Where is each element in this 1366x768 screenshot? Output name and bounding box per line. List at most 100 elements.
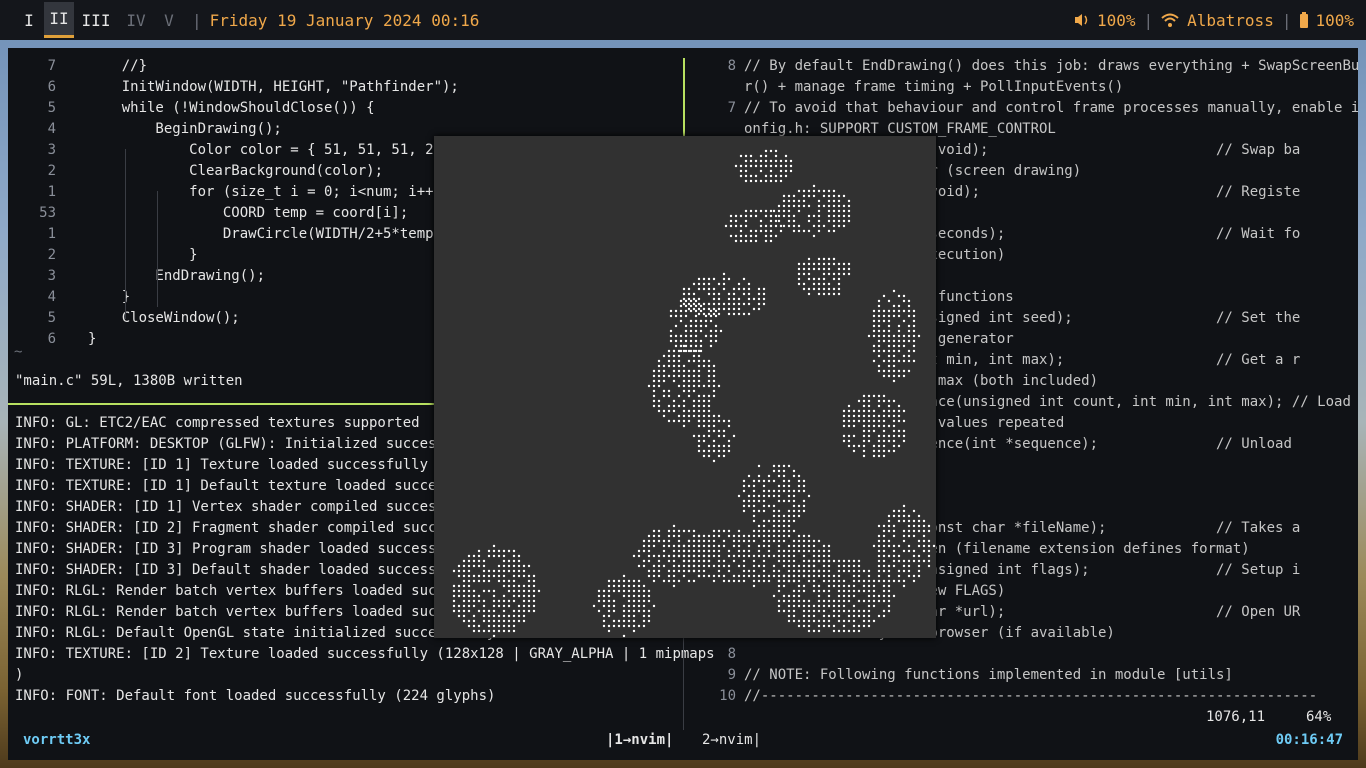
path-dot <box>807 544 811 548</box>
workspace-3[interactable]: III <box>74 2 118 38</box>
path-dot <box>612 624 616 628</box>
path-dot <box>722 429 726 433</box>
path-dot <box>467 619 471 623</box>
path-dot <box>882 559 886 563</box>
path-dot <box>887 514 891 518</box>
path-dot <box>742 504 746 508</box>
path-dot <box>907 549 911 553</box>
path-dot <box>827 559 831 563</box>
path-dot <box>877 339 881 343</box>
path-dot <box>822 194 826 198</box>
path-dot <box>632 599 636 603</box>
path-dot <box>652 529 656 533</box>
path-dot <box>727 419 731 423</box>
workspace-4[interactable]: IV <box>118 2 154 38</box>
path-dot <box>832 579 836 583</box>
workspace-1[interactable]: I <box>14 2 44 38</box>
path-dot <box>757 579 761 583</box>
path-dot <box>672 399 676 403</box>
path-dot <box>802 589 806 593</box>
path-dot <box>502 569 506 573</box>
path-dot <box>857 629 861 633</box>
path-dot <box>902 539 906 543</box>
path-dot <box>877 319 881 323</box>
path-dot <box>607 609 611 613</box>
path-dot <box>892 414 896 418</box>
workspace-2[interactable]: II <box>44 2 74 38</box>
path-dot <box>882 439 886 443</box>
volume-icon[interactable] <box>1073 12 1091 28</box>
path-dot <box>657 564 661 568</box>
path-dot <box>687 409 691 413</box>
path-dot <box>832 194 836 198</box>
path-dot <box>927 549 931 553</box>
path-dot <box>472 604 476 608</box>
path-dot <box>652 604 656 608</box>
path-dot <box>882 334 886 338</box>
tmux-window-2[interactable]: 2→nvim| <box>702 730 761 751</box>
path-dot <box>777 599 781 603</box>
path-dot <box>732 539 736 543</box>
path-dot <box>622 619 626 623</box>
path-dot <box>627 614 631 618</box>
log-line: INFO: FONT: Default font loaded successf… <box>15 688 496 704</box>
path-dot <box>512 564 516 568</box>
path-dot <box>717 559 721 563</box>
path-dot <box>797 489 801 493</box>
path-dot <box>672 359 676 363</box>
path-dot <box>772 464 776 468</box>
path-dot <box>772 529 776 533</box>
path-dot <box>852 444 856 448</box>
path-dot <box>847 609 851 613</box>
path-dot <box>512 619 516 623</box>
tray-separator: | <box>1143 10 1154 30</box>
path-dot <box>817 224 821 228</box>
wifi-icon[interactable] <box>1161 12 1179 28</box>
path-dot <box>782 574 786 578</box>
path-dot <box>882 564 886 568</box>
path-dot <box>762 554 766 558</box>
path-dot <box>827 584 831 588</box>
path-dot <box>672 354 676 358</box>
path-dot <box>742 479 746 483</box>
path-dot <box>507 569 511 573</box>
path-dot <box>847 204 851 208</box>
path-dot <box>507 564 511 568</box>
workspace-5[interactable]: V <box>154 2 184 38</box>
path-dot <box>462 604 466 608</box>
path-dot <box>667 534 671 538</box>
path-dot <box>897 429 901 433</box>
path-dot <box>692 559 696 563</box>
path-dot <box>837 594 841 598</box>
path-dot <box>502 564 506 568</box>
path-dot <box>782 209 786 213</box>
path-dot <box>847 584 851 588</box>
path-dot <box>632 554 636 558</box>
path-dot <box>827 549 831 553</box>
path-dot <box>912 559 916 563</box>
path-dot <box>877 399 881 403</box>
path-dot <box>477 564 481 568</box>
path-dot <box>682 297 686 301</box>
tmux-window-1[interactable]: |1→nvim| <box>606 730 673 751</box>
path-dot <box>482 569 486 573</box>
path-dot <box>847 559 851 563</box>
path-dot <box>477 624 481 628</box>
path-dot <box>852 589 856 593</box>
path-dot <box>737 302 741 306</box>
path-dot <box>737 544 741 548</box>
path-dot <box>797 267 801 271</box>
path-dot <box>847 272 851 276</box>
path-dot <box>744 169 748 173</box>
path-dot <box>812 569 816 573</box>
path-dot <box>527 604 531 608</box>
path-dot <box>722 564 726 568</box>
path-dot <box>837 584 841 588</box>
path-dot <box>887 519 891 523</box>
pathfinder-window[interactable] <box>434 136 936 638</box>
path-dot <box>632 614 636 618</box>
path-dot <box>487 554 491 558</box>
path-dot <box>842 619 846 623</box>
path-dot <box>812 574 816 578</box>
path-dot <box>707 282 711 286</box>
